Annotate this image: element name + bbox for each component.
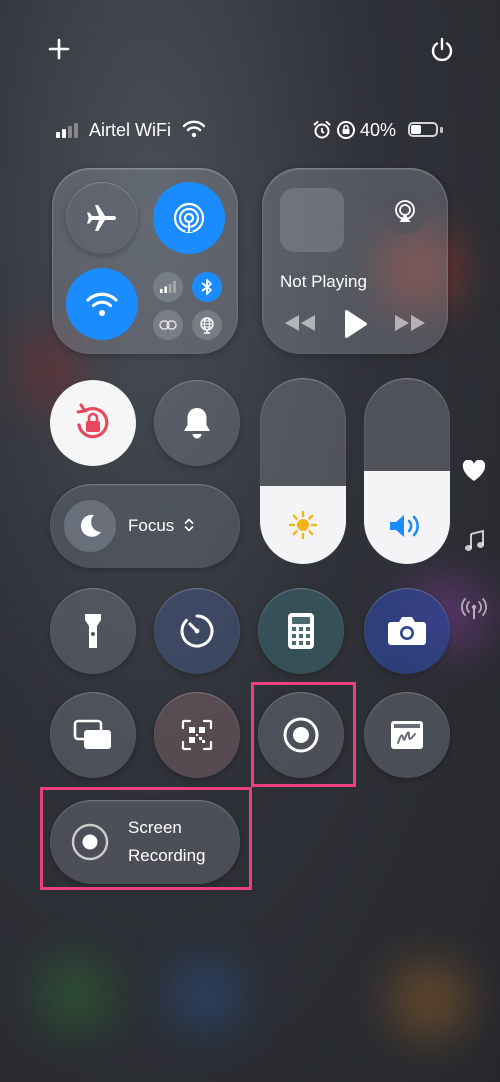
screen-mirroring-icon — [73, 719, 111, 749]
carrier-name: Airtel WiFi — [89, 120, 171, 140]
silent-mode-toggle[interactable] — [154, 380, 240, 466]
wifi-status-icon — [182, 120, 206, 138]
screen-mirroring-button[interactable] — [50, 692, 136, 778]
airplay-button[interactable] — [382, 188, 428, 234]
wallpaper-blob — [390, 960, 470, 1040]
sun-icon — [288, 510, 318, 540]
album-art-placeholder — [280, 188, 344, 252]
focus-button[interactable]: Focus — [50, 484, 240, 568]
calculator-icon — [288, 613, 314, 649]
calculator-button[interactable] — [258, 588, 344, 674]
bluetooth-toggle[interactable] — [192, 272, 222, 302]
play-button[interactable] — [342, 310, 368, 343]
airdrop-icon — [173, 202, 205, 234]
moon-icon — [80, 514, 101, 537]
cellular-icon — [160, 281, 176, 293]
globe-icon — [200, 317, 214, 334]
orientation-lock-toggle[interactable] — [50, 380, 136, 466]
markup-button[interactable] — [364, 692, 450, 778]
rotation-lock-status-icon — [337, 121, 355, 139]
chevron-updown-icon — [184, 518, 194, 532]
broadcast-icon — [461, 598, 487, 619]
now-playing-module[interactable]: Not Playing — [262, 168, 448, 354]
forward-button[interactable] — [394, 314, 426, 337]
link-icon — [159, 320, 177, 330]
cellular-data-toggle[interactable] — [153, 272, 183, 302]
orientation-lock-icon — [76, 403, 109, 439]
qr-code-icon — [181, 719, 213, 751]
camera-icon — [388, 617, 426, 645]
music-note-icon — [465, 530, 484, 551]
focus-icon-circle — [64, 500, 116, 552]
power-button[interactable] — [428, 36, 456, 64]
wallpaper-blob — [40, 960, 110, 1030]
airplay-icon — [395, 200, 415, 222]
flashlight-icon — [85, 614, 101, 648]
highlight-record-button — [251, 682, 356, 787]
status-bar: Airtel WiFi 40% — [56, 118, 446, 142]
airdrop-toggle[interactable] — [153, 182, 225, 254]
battery-percent: 40% — [360, 120, 397, 140]
volume-slider[interactable] — [364, 378, 450, 564]
alarm-icon — [313, 121, 331, 139]
cellular-signal-icon — [56, 123, 78, 138]
bell-icon — [184, 408, 210, 439]
brightness-slider[interactable] — [260, 378, 346, 564]
wallpaper-blob — [170, 960, 240, 1030]
highlight-screen-recording — [40, 787, 252, 890]
play-icon — [345, 310, 367, 338]
airplane-mode-toggle[interactable] — [66, 182, 138, 254]
plus-icon — [48, 38, 70, 60]
code-scanner-button[interactable] — [154, 692, 240, 778]
camera-button[interactable] — [364, 588, 450, 674]
airplane-icon — [87, 205, 116, 231]
connectivity-module — [52, 168, 238, 354]
power-icon — [431, 37, 453, 62]
rewind-icon — [285, 315, 315, 331]
timer-icon — [180, 614, 214, 648]
wifi-icon — [86, 292, 118, 316]
vpn-toggle[interactable] — [192, 310, 222, 340]
speaker-icon — [390, 515, 419, 537]
timer-button[interactable] — [154, 588, 240, 674]
personal-hotspot-toggle[interactable] — [153, 310, 183, 340]
focus-label: Focus — [128, 516, 175, 535]
rewind-button[interactable] — [284, 314, 316, 337]
add-button[interactable] — [46, 36, 72, 62]
bluetooth-icon — [201, 279, 212, 295]
battery-icon — [408, 122, 438, 137]
wifi-toggle[interactable] — [66, 268, 138, 340]
forward-icon — [395, 315, 425, 331]
flashlight-button[interactable] — [50, 588, 136, 674]
now-playing-label: Not Playing — [280, 272, 367, 291]
heart-icon — [462, 460, 486, 481]
signature-icon — [391, 721, 423, 749]
